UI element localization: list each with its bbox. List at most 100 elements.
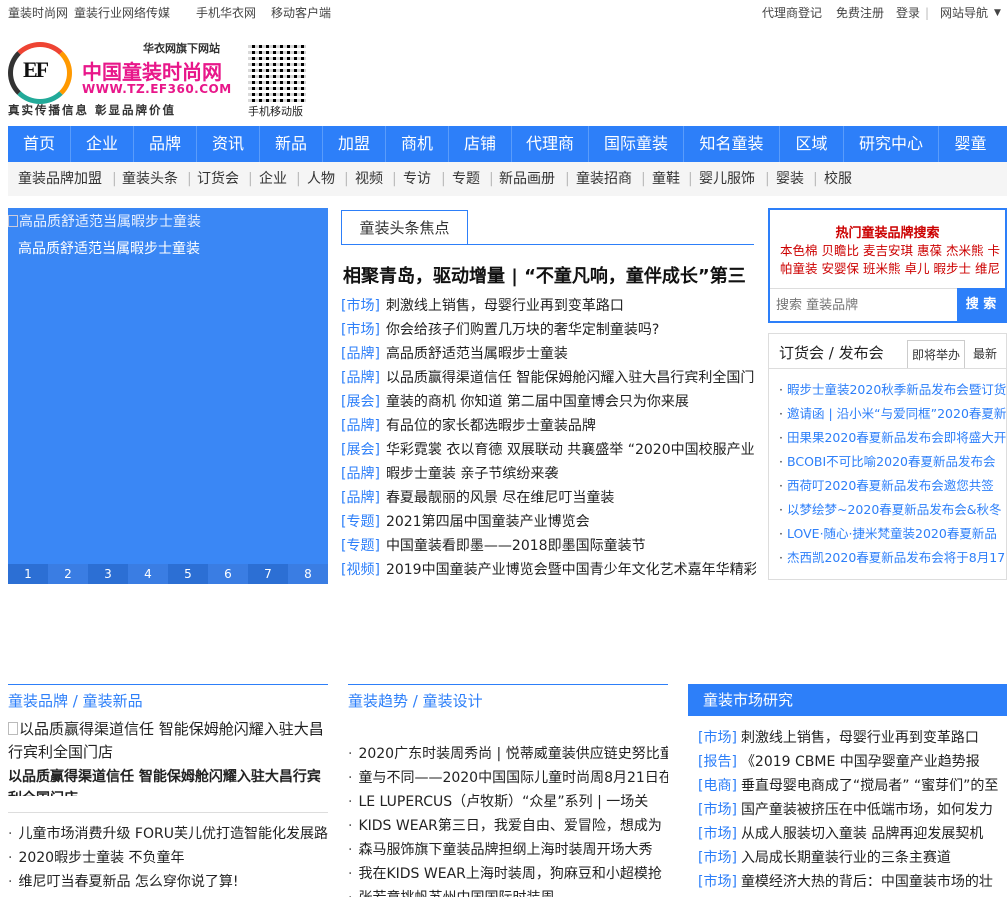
- nav-enterprise[interactable]: 企业: [71, 126, 134, 162]
- slider-dot[interactable]: 8: [288, 564, 328, 584]
- nav-new-products[interactable]: 新品: [260, 126, 323, 162]
- tab-latest[interactable]: 最新: [973, 340, 997, 368]
- subnav-item[interactable]: 童装品牌加盟: [18, 162, 102, 196]
- hot-brand-link[interactable]: 麦吉安琪: [863, 243, 913, 258]
- register-link[interactable]: 免费注册: [836, 0, 884, 26]
- list-item[interactable]: KIDS WEAR第三日，我爱自由、爱冒险，想成为: [348, 814, 668, 838]
- list-item[interactable]: 暇步士童装2020秋季新品发布会暨订货: [779, 378, 1006, 402]
- list-item[interactable]: [电商] 垂直母婴电商成了“搅局者” “蜜芽们”的至: [698, 774, 1007, 798]
- list-item[interactable]: 儿童市场消费升级 FORU芙儿优打造智能化发展路: [8, 822, 328, 846]
- tab-headlines[interactable]: 童装头条焦点: [341, 210, 468, 245]
- nav-international[interactable]: 国际童装: [589, 126, 684, 162]
- hot-brand-link[interactable]: 维尼: [975, 261, 1000, 276]
- list-item[interactable]: [专题] 中国童装看即墨——2018即墨国际童装节: [341, 534, 756, 558]
- hot-brand-link[interactable]: 卓儿: [905, 261, 930, 276]
- top-link-client[interactable]: 移动客户端: [271, 0, 331, 26]
- list-item[interactable]: [市场] 童模经济大热的背后：中国童装市场的壮: [698, 870, 1007, 894]
- list-item[interactable]: [品牌] 有品位的家长都选暇步士童装品牌: [341, 414, 756, 438]
- site-nav-link[interactable]: 网站导航: [940, 0, 988, 26]
- list-item[interactable]: 杰西凯2020春夏新品发布会将于8月17: [779, 546, 1006, 570]
- subnav-item[interactable]: 婴装: [776, 162, 804, 196]
- nav-brand[interactable]: 品牌: [134, 126, 197, 162]
- nav-agents[interactable]: 代理商: [512, 126, 589, 162]
- nav-baby[interactable]: 婴童: [939, 126, 1002, 162]
- nav-research[interactable]: 研究中心: [844, 126, 939, 162]
- subnav-item[interactable]: 童鞋: [652, 162, 680, 196]
- agent-register-link[interactable]: 代理商登记: [762, 0, 822, 26]
- brand-image-alt[interactable]: 以品质赢得渠道信任 智能保姆舱闪耀入驻大昌行宾利全国门店: [8, 718, 328, 761]
- nav-news[interactable]: 资讯: [197, 126, 260, 162]
- subnav-item[interactable]: 企业: [259, 162, 287, 196]
- search-button[interactable]: 搜 索: [957, 288, 1005, 321]
- nav-home[interactable]: 首页: [8, 126, 71, 162]
- subnav-item[interactable]: 人物: [307, 162, 335, 196]
- slider-dot[interactable]: 3: [88, 564, 128, 584]
- subnav-item[interactable]: 婴儿服饰: [699, 162, 755, 196]
- list-item[interactable]: 2020暇步士童装 不负童年: [8, 846, 328, 870]
- tab-upcoming[interactable]: 即将举办: [907, 340, 965, 368]
- nav-region[interactable]: 区域: [780, 126, 844, 162]
- list-item[interactable]: 以梦绘梦~2020春夏新品发布会&秋冬: [779, 498, 1006, 522]
- subnav-item[interactable]: 专题: [452, 162, 480, 196]
- list-item[interactable]: [市场] 入局成长期童装行业的三条主赛道: [698, 846, 1007, 870]
- list-item[interactable]: [市场] 从成人服装切入童装 品牌再迎发展契机: [698, 822, 1007, 846]
- hot-brand-link[interactable]: 惠葆: [917, 243, 942, 258]
- slider-dot[interactable]: 5: [168, 564, 208, 584]
- list-item[interactable]: 2020广东时装周秀尚 | 悦蒂威童装供应链史努比童: [348, 742, 668, 766]
- subnav-item[interactable]: 校服: [824, 162, 852, 196]
- list-item[interactable]: [品牌] 高品质舒适范当属暇步士童装: [341, 342, 756, 366]
- list-item[interactable]: 田果果2020春夏新品发布会即将盛大开: [779, 426, 1006, 450]
- list-item[interactable]: 森马服饰旗下童装品牌担纲上海时装周开场大秀: [348, 838, 668, 862]
- list-item[interactable]: 邀请函 | 沿小米“与爱同框”2020春夏新: [779, 402, 1006, 426]
- slider-caption[interactable]: 高品质舒适范当属暇步士童装: [18, 238, 200, 258]
- list-item[interactable]: 张若意挑帆苏州中国国际时装周: [348, 886, 668, 897]
- section-title-brands[interactable]: 童装品牌 / 童装新品: [8, 686, 143, 716]
- list-item[interactable]: LOVE·随心·捷米梵童装2020春夏新品: [779, 522, 1006, 546]
- list-item[interactable]: 我在KIDS WEAR上海时装周，狗麻豆和小超模抢: [348, 862, 668, 886]
- list-item[interactable]: [市场] 刺激线上销售，母婴行业再到变革路口: [341, 294, 756, 318]
- list-item[interactable]: [报告] 《2019 CBME 中国孕婴童产业趋势报: [698, 750, 1007, 774]
- subnav-item[interactable]: 视频: [355, 162, 383, 196]
- subnav-item[interactable]: 订货会: [197, 162, 239, 196]
- slider-image-alt[interactable]: 高品质舒适范当属暇步士童装: [8, 211, 201, 231]
- list-item[interactable]: [品牌] 暇步士童装 亲子节缤纷来袭: [341, 462, 756, 486]
- slider-dot[interactable]: 7: [248, 564, 288, 584]
- hot-brand-link[interactable]: 班米熊: [863, 261, 901, 276]
- list-item[interactable]: [视频] 2019中国童装产业博览会暨中国青少年文化艺术嘉年华精彩: [341, 558, 756, 582]
- list-item[interactable]: BCOBI不可比喻2020春夏新品发布会: [779, 450, 1006, 474]
- section-title-market[interactable]: 童装市场研究: [688, 684, 1007, 716]
- nav-famous-brands[interactable]: 知名童装: [684, 126, 780, 162]
- top-headline[interactable]: 相聚青岛，驱动增量 | “不童凡响，童伴成长”第三: [343, 262, 753, 288]
- list-item[interactable]: [展会] 童装的商机 你知道 第二届中国童博会只为你来展: [341, 390, 756, 414]
- chevron-down-icon[interactable]: ▼: [994, 0, 1001, 26]
- hot-brand-link[interactable]: 暇步士: [934, 261, 972, 276]
- top-link-media[interactable]: 童装行业网络传媒: [74, 0, 170, 26]
- login-link[interactable]: 登录: [896, 0, 920, 26]
- hot-brand-link[interactable]: 杰米熊: [946, 243, 984, 258]
- hot-brand-link[interactable]: 安婴保: [822, 261, 860, 276]
- section-title-trends[interactable]: 童装趋势 / 童装设计: [348, 686, 483, 716]
- hot-brand-link[interactable]: 贝瞻比: [822, 243, 860, 258]
- list-item[interactable]: [专题] 2021第四届中国童装产业博览会: [341, 510, 756, 534]
- list-item[interactable]: [展会] 华彩霓裳 衣以育德 双展联动 共襄盛举 “2020中国校服产业: [341, 438, 756, 462]
- list-item[interactable]: [品牌] 以品质赢得渠道信任 智能保姆舱闪耀入驻大昌行宾利全国门: [341, 366, 756, 390]
- slider-dot[interactable]: 4: [128, 564, 168, 584]
- list-item[interactable]: [市场] 刺激线上销售，母婴行业再到变革路口: [698, 726, 1007, 750]
- top-link-mobile-site[interactable]: 手机华衣网: [196, 0, 256, 26]
- search-input[interactable]: [770, 288, 957, 321]
- brand-feature-caption[interactable]: 以品质赢得渠道信任 智能保姆舱闪耀入驻大昌行宾利全国门店: [8, 766, 328, 796]
- focus-slider[interactable]: 高品质舒适范当属暇步士童装 高品质舒适范当属暇步士童装 1 2 3 4 5 6 …: [8, 208, 328, 584]
- nav-stores[interactable]: 店铺: [449, 126, 512, 162]
- list-item[interactable]: LE LUPERCUS（卢牧斯）“众星”系列 | 一场关: [348, 790, 668, 814]
- top-link-site[interactable]: 童装时尚网: [8, 0, 68, 26]
- subnav-item[interactable]: 专访: [403, 162, 431, 196]
- list-item[interactable]: [市场] 国产童装被挤压在中低端市场，如何发力: [698, 798, 1007, 822]
- subnav-item[interactable]: 童装招商: [576, 162, 632, 196]
- hot-brand-link[interactable]: 本色棉: [780, 243, 818, 258]
- list-item[interactable]: 维尼叮当春夏新品 怎么穿你说了算!: [8, 870, 328, 894]
- list-item[interactable]: 西荷叮2020春夏新品发布会邀您共签: [779, 474, 1006, 498]
- subnav-item[interactable]: 新品画册: [499, 162, 555, 196]
- nav-business[interactable]: 商机: [386, 126, 449, 162]
- nav-franchise[interactable]: 加盟: [323, 126, 386, 162]
- list-item[interactable]: 童与不同——2020中国国际儿童时尚周8月21日在: [348, 766, 668, 790]
